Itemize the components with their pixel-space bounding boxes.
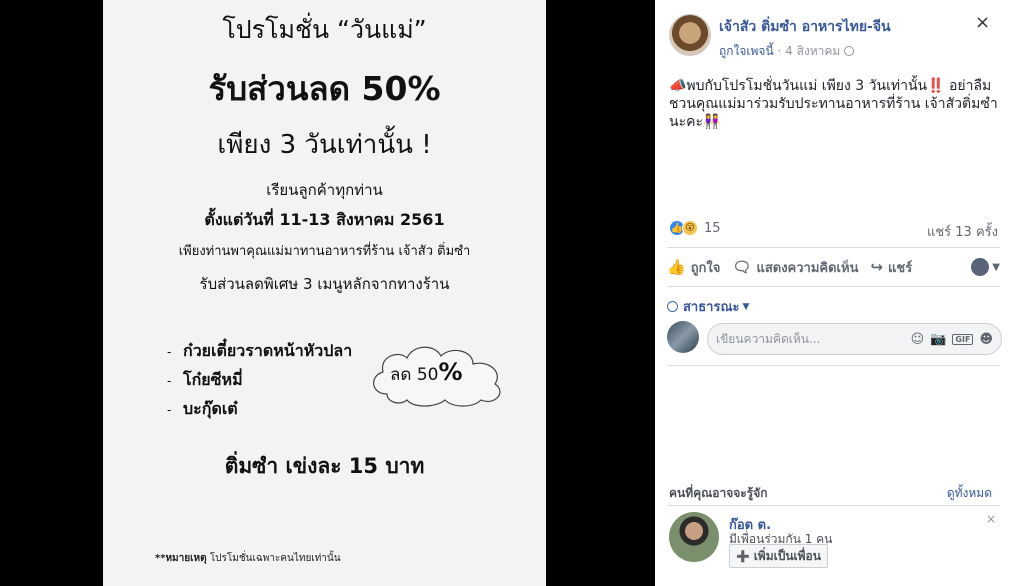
add-friend-button[interactable]: ➕ เพิ่มเป็นเพื่อน: [729, 544, 828, 568]
like-page-link[interactable]: ถูกใจเพจนี้: [719, 44, 774, 58]
post-action-bar: 👍 ถูกใจ 🗨 แสดงความคิดเห็น ↪ แชร์ ▼: [667, 252, 1000, 282]
poster-date-range: ตั้งแต่วันที่ 11-13 สิงหาคม 2561: [204, 210, 445, 229]
menu-item-label: โก๋ยซีหมี่: [183, 370, 243, 389]
share-as-avatar[interactable]: [971, 258, 990, 276]
share-label: แชร์: [888, 260, 913, 276]
thumbs-up-icon: 👍: [667, 258, 686, 276]
close-icon[interactable]: ×: [975, 14, 990, 32]
globe-icon: [667, 301, 678, 312]
meta-separator: ·: [773, 44, 786, 58]
suggested-friend-avatar[interactable]: [669, 512, 719, 562]
menu-bullet: -: [167, 402, 172, 417]
cloud-discount-text: ลด 50: [390, 365, 439, 385]
viewer-avatar: [667, 321, 699, 353]
share-count-link[interactable]: แชร์ 13 ครั้ง: [927, 221, 998, 242]
divider: [667, 505, 1000, 506]
footnote-text: โปรโมชั่นเฉพาะคนไทยเท่านั้น: [209, 553, 341, 564]
sticker-icon[interactable]: ☻: [979, 332, 993, 347]
comment-label: แสดงความคิดเห็น: [756, 260, 859, 276]
menu-item-label: บะกุ๊ดเต๋: [183, 399, 238, 418]
comment-composer[interactable]: ☺ 📷 GIF ☻: [707, 323, 1002, 355]
poster-dear-customers: เรียนลูกค้าทุกท่าน: [266, 181, 383, 199]
footnote-label: **หมายเหตุ: [155, 553, 207, 564]
camera-icon[interactable]: 📷: [930, 332, 946, 347]
poster-promo-title: โปรโมชั่น “วันแม่”: [222, 15, 427, 44]
poster-only-days: เพียง 3 วันเท่านั้น !: [217, 130, 432, 160]
like-label: ถูกใจ: [690, 260, 721, 276]
add-friend-label: เพิ่มเป็นเพื่อน: [753, 548, 821, 563]
poster-footnote: **หมายเหตุ โปรโมชั่นเฉพาะคนไทยเท่านั้น: [155, 551, 341, 566]
post-text: 📣พบกับโปรโมชั่นวันแม่ เพียง 3 วันเท่านั้…: [669, 78, 998, 130]
chevron-down-icon: ▼: [742, 301, 750, 312]
share-arrow-icon: ↪: [870, 258, 884, 276]
comment-icon: 🗨: [732, 258, 752, 276]
poster-dimsum-price: ติ่มซำ เข่งละ 15 บาท: [224, 454, 425, 478]
post-date[interactable]: 4 สิงหาคม: [785, 44, 840, 58]
page-name-link[interactable]: เจ้าสัว ติ่มซำ อาหารไทย-จีน: [719, 16, 891, 38]
menu-item-label: ก๋วยเตี๋ยวราดหน้าหัวปลา: [183, 341, 353, 360]
comment-button[interactable]: 🗨 แสดงความคิดเห็น: [732, 257, 858, 278]
poster-bring-mother: เพียงท่านพาคุณแม่มาทานอาหารที่ร้าน เจ้าส…: [178, 244, 471, 259]
emoji-icon[interactable]: ☺: [911, 332, 925, 347]
gif-icon[interactable]: GIF: [952, 333, 974, 345]
post-meta: ถูกใจเพจนี้ · 4 สิงหาคม: [719, 42, 855, 61]
poster-menu-item: - ก๋วยเตี๋ยวราดหน้าหัวปลา: [167, 337, 352, 366]
poster-menu-list: - ก๋วยเตี๋ยวราดหน้าหัวปลา - โก๋ยซีหมี่ -…: [167, 337, 352, 424]
like-button[interactable]: 👍 ถูกใจ: [667, 257, 720, 278]
people-you-may-know-title: คนที่คุณอาจจะรู้จัก: [669, 486, 768, 500]
reaction-count: 15: [704, 220, 721, 236]
poster-menu-item: - บะกุ๊ดเต๋: [167, 395, 352, 424]
promo-poster-image: โปรโมชั่น “วันแม่” รับส่วนลด 50% เพียง 3…: [103, 0, 546, 586]
menu-bullet: -: [167, 373, 172, 388]
divider: [667, 286, 1000, 287]
divider: [667, 247, 1000, 248]
reaction-summary[interactable]: 👍 😮 15: [669, 219, 721, 237]
photo-viewer[interactable]: โปรโมชั่น “วันแม่” รับส่วนลด 50% เพียง 3…: [0, 0, 655, 586]
page-avatar[interactable]: [669, 14, 711, 56]
audience-selector[interactable]: สาธารณะ ▼: [667, 296, 749, 317]
see-all-link[interactable]: ดูทั้งหมด: [947, 484, 992, 503]
share-button[interactable]: ↪ แชร์: [870, 257, 912, 278]
comment-input[interactable]: [716, 332, 905, 346]
poster-discount-headline: รับส่วนลด 50%: [208, 69, 441, 108]
wow-reaction-icon: 😮: [682, 220, 698, 236]
dismiss-suggestion-icon[interactable]: ×: [986, 512, 996, 526]
chevron-down-icon[interactable]: ▼: [992, 262, 1000, 273]
divider: [667, 365, 1000, 366]
audience-label: สาธารณะ: [683, 300, 740, 315]
cloud-percent-sign: %: [438, 358, 463, 386]
poster-special-discount: รับส่วนลดพิเศษ 3 เมนูหลักจากทางร้าน: [199, 275, 450, 293]
cloud-discount-label: ลด 50%: [390, 358, 463, 388]
globe-icon: [844, 46, 855, 56]
add-friend-icon: ➕: [736, 549, 750, 563]
post-sidebar: เจ้าสัว ติ่มซำ อาหารไทย-จีน ถูกใจเพจนี้ …: [655, 0, 1012, 586]
poster-menu-item: - โก๋ยซีหมี่: [167, 366, 352, 395]
menu-bullet: -: [167, 344, 172, 359]
